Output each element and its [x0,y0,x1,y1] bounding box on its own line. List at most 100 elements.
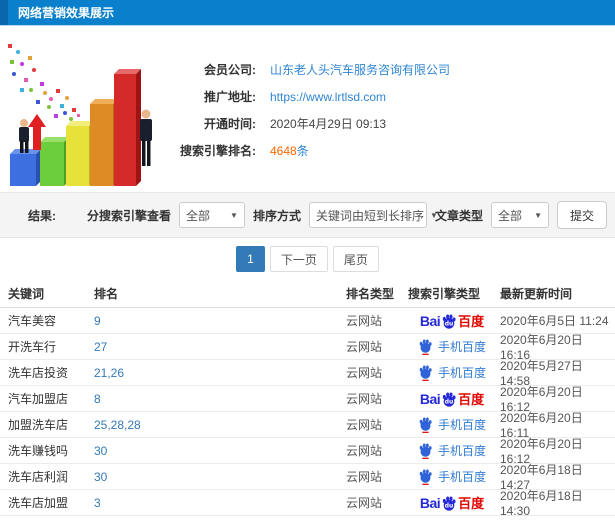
header-engine-type: 搜索引擎类型 [408,287,481,301]
mobile-baidu-label: 手机百度 [437,444,486,458]
title-bar: 网络营销效果展示 [0,0,615,26]
engine-cell: Bai du 百度 [408,311,496,330]
bar-yellow [66,121,94,186]
keyword-cell: 洗车店利润 [8,470,69,484]
mobile-baidu-paw-icon [419,365,432,381]
rank-cell[interactable]: 27 [94,340,107,354]
bar-red [114,69,141,186]
engine-select-value: 全部 [185,208,210,223]
article-type-select[interactable]: 全部 ▼ [490,202,549,228]
rank-type-cell: 云网站 [346,496,383,510]
rank-cell[interactable]: 30 [94,470,107,484]
mobile-baidu-label: 手机百度 [437,366,486,380]
header-update-time: 最新更新时间 [500,287,573,301]
pagination: 1 下一页 尾页 [0,238,615,280]
rank-type-cell: 云网站 [346,470,383,484]
baidu-paw-icon: du [442,495,456,511]
mobile-baidu-paw-icon [419,339,432,355]
promo-url-row: 推广地址: https://www.lrtlsd.com [160,83,615,110]
keyword-cell: 汽车美容 [8,314,57,328]
info-section: 会员公司: 山东老人头汽车服务咨询有限公司 推广地址: https://www.… [0,26,615,192]
header-keyword: 关键词 [8,287,45,301]
mobile-baidu-logo: 手机百度 [418,416,486,433]
keyword-cell: 汽车加盟店 [8,392,69,406]
keyword-cell: 洗车赚钱吗 [8,444,69,458]
baidu-logo: Bai du 百度 [420,389,484,408]
table-body: 汽车美容 9 云网站 Bai du 百度 2020年6月5日 11:24 开洗车… [0,308,615,518]
mobile-baidu-label: 手机百度 [437,340,486,354]
mobile-baidu-paw-icon [419,469,432,485]
rank-type-cell: 云网站 [346,418,383,432]
rank-type-cell: 云网站 [346,392,383,406]
submit-button[interactable]: 提交 [556,201,607,229]
baidu-logo-cn-text: 百度 [458,496,485,511]
ranking-count-number: 4648 [270,144,297,158]
engine-cell: Bai du 百度 [408,416,496,433]
page: 网络营销效果展示 会员公司: 山东老人头汽车服务咨询有限公司 推广地址: htt… [0,0,615,520]
page-title: 网络营销效果展示 [18,6,115,20]
next-page-button[interactable]: 下一页 [269,246,328,272]
mobile-baidu-paw-icon [419,417,432,433]
bar-orange [90,99,118,186]
rank-cell[interactable]: 30 [94,444,107,458]
keyword-cell: 洗车店投资 [8,366,69,380]
baidu-logo: Bai du 百度 [420,311,484,330]
article-type-select-value: 全部 [497,208,522,223]
filter-bar: 结果: 分搜索引擎查看 全部 ▼ 排序方式 关键词由短到长排序 ▼ 文章类型 全… [0,192,615,238]
svg-text:du: du [445,398,454,405]
mobile-baidu-label: 手机百度 [437,418,486,432]
mobile-baidu-label: 手机百度 [437,470,486,484]
rank-type-cell: 云网站 [346,340,383,354]
update-time-cell: 2020年6月18日 14:30 [500,489,583,518]
engine-cell: Bai du 百度 [408,442,496,459]
engine-cell: Bai du 百度 [408,389,496,408]
chevron-down-icon: ▼ [534,210,542,220]
baidu-logo-bai-text: Bai [419,390,441,407]
rank-cell[interactable]: 21,26 [94,366,124,380]
engine-filter-label: 分搜索引擎查看 [86,208,171,223]
ranking-count-unit: 条 [296,144,309,158]
open-time-label: 开通时间: [204,117,256,131]
member-company-row: 会员公司: 山东老人头汽车服务咨询有限公司 [160,56,615,83]
result-label: 结果: [28,208,56,223]
article-type-label: 文章类型 [434,208,483,223]
engine-cell: Bai du 百度 [408,493,496,512]
engine-cell: Bai du 百度 [408,338,496,355]
promo-url-link[interactable]: https://www.lrtlsd.com [270,90,386,104]
keyword-cell: 洗车店加盟 [8,496,69,510]
engine-select[interactable]: 全部 ▼ [178,202,245,228]
rank-type-cell: 云网站 [346,314,383,328]
filter-group: 分搜索引擎查看 全部 ▼ 排序方式 关键词由短到长排序 ▼ 文章类型 全部 ▼ … [87,201,607,229]
header-rank-type: 排名类型 [346,287,395,301]
page-1-button[interactable]: 1 [236,246,265,272]
svg-text:du: du [445,320,454,327]
baidu-paw-icon: du [442,313,456,329]
sort-filter-label: 排序方式 [252,208,301,223]
mobile-baidu-logo: 手机百度 [418,442,486,459]
sort-select[interactable]: 关键词由短到长排序 ▼ [308,202,438,228]
ranking-count-label: 搜索引擎排名: [180,144,256,158]
table-row: 洗车店加盟 3 云网站 Bai du 百度 2020年6月18日 14:30 [0,489,615,518]
keyword-cell: 加盟洗车店 [8,418,69,432]
baidu-paw-icon: du [442,391,456,407]
sort-select-value: 关键词由短到长排序 [315,208,424,223]
chevron-down-icon: ▼ [230,210,238,220]
engine-cell: Bai du 百度 [408,364,496,381]
rank-cell[interactable]: 8 [94,392,101,406]
rank-cell[interactable]: 25,28,28 [94,418,141,432]
member-company-link[interactable]: 山东老人头汽车服务咨询有限公司 [270,61,450,78]
svg-text:du: du [445,502,454,509]
rank-cell[interactable]: 3 [94,496,101,510]
baidu-logo-cn-text: 百度 [458,392,485,407]
baidu-logo-cn-text: 百度 [458,314,485,329]
baidu-logo-bai-text: Bai [419,312,441,329]
ranking-count-value: 4648条 [270,142,309,159]
last-page-button[interactable]: 尾页 [332,246,379,272]
rank-type-cell: 云网站 [346,366,383,380]
confetti-dots [8,44,80,121]
header-rank: 排名 [94,287,119,301]
marketing-chart-illustration [8,44,152,186]
ranking-count-row: 搜索引擎排名: 4648条 [160,137,615,164]
bar-green [40,137,69,186]
rank-cell[interactable]: 9 [94,314,101,328]
